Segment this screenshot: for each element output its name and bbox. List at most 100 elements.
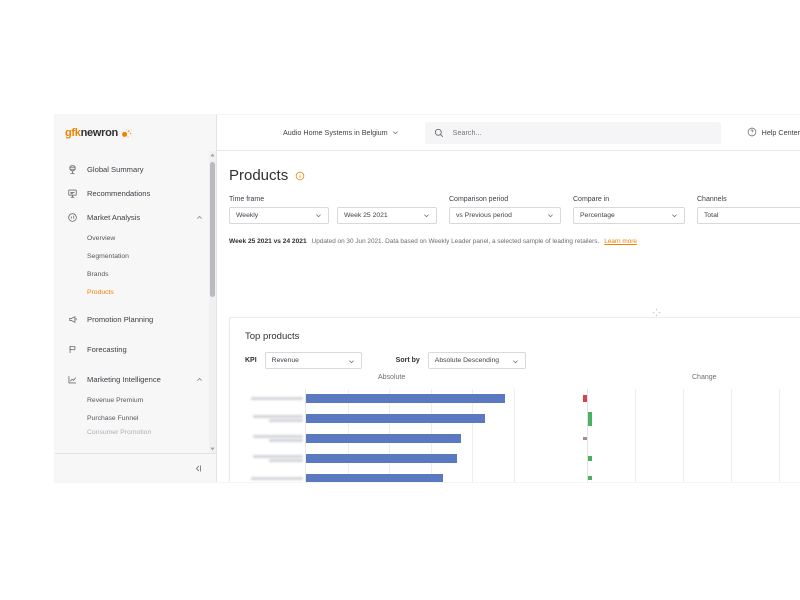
time-frame-select[interactable]: Weekly: [229, 207, 329, 224]
redacted-label-line: [253, 415, 303, 419]
redacted-label-line: [253, 454, 303, 458]
sidebar-item-forecasting[interactable]: Forecasting: [55, 337, 215, 361]
breadcrumb-label: Audio Home Systems in Belgium: [283, 128, 388, 137]
sidebar-sub-label: Purchase Funnel: [87, 414, 139, 422]
chevron-down-icon[interactable]: [671, 212, 678, 219]
card-title: Top products: [245, 331, 300, 342]
sidebar-footer: [55, 453, 216, 482]
sidebar-item-market-analysis[interactable]: Market Analysis: [55, 205, 215, 229]
sidebar-item-label: Recommendations: [87, 188, 151, 198]
sidebar-item-global-summary[interactable]: Global Summary: [55, 157, 215, 181]
chevron-up-icon[interactable]: [196, 376, 203, 383]
absolute-bar[interactable]: [306, 473, 444, 482]
time-frame-selects: Weekly Week 25 2021: [229, 207, 437, 224]
change-bars-plot: [583, 389, 785, 482]
absolute-bar[interactable]: [306, 414, 485, 424]
absolute-bar[interactable]: [306, 453, 457, 463]
sidebar-sub-label: Products: [87, 288, 114, 296]
change-bar[interactable]: [583, 395, 587, 403]
logo-gfk-text: gfk: [65, 127, 81, 139]
absolute-bar[interactable]: [306, 433, 461, 443]
sidebar-item-promotion-planning[interactable]: Promotion Planning: [55, 307, 215, 331]
product-label: [241, 468, 303, 482]
info-circle-icon[interactable]: [295, 171, 305, 181]
redacted-label-line: [251, 397, 303, 401]
scroll-down-arrow-icon[interactable]: [209, 445, 216, 453]
sidebar-item-marketing-intelligence[interactable]: Marketing Intelligence: [55, 367, 215, 391]
chevron-down-icon[interactable]: [315, 212, 322, 219]
chevron-down-icon[interactable]: [348, 352, 355, 370]
select-value: Percentage: [580, 212, 615, 219]
chevron-down-icon[interactable]: [392, 129, 399, 136]
redacted-label-line: [269, 419, 303, 423]
chevron-down-icon[interactable]: [423, 212, 430, 219]
filter-label: Time frame: [229, 196, 265, 203]
zero-axis-line: [587, 389, 588, 482]
channels-select[interactable]: Total: [697, 207, 800, 224]
gridline: [514, 389, 515, 482]
change-bar[interactable]: [588, 455, 592, 461]
compare-in-select[interactable]: Percentage: [573, 207, 685, 224]
sidebar-sub-label: Overview: [87, 234, 116, 242]
product-label: [241, 409, 303, 429]
search-icon: [434, 128, 444, 138]
trend-chart-icon: [65, 372, 80, 387]
change-column-header: Change: [692, 374, 717, 381]
chevron-up-icon[interactable]: [196, 214, 203, 221]
presentation-icon: [65, 186, 80, 201]
change-bar[interactable]: [588, 411, 592, 426]
logo-text: gfknewron: [65, 127, 118, 139]
chart-row[interactable]: [306, 429, 514, 449]
sidebar-item-brands[interactable]: Brands: [55, 265, 215, 283]
week-select[interactable]: Week 25 2021: [337, 207, 437, 224]
sidebar-sub-label: Segmentation: [87, 252, 129, 260]
sidebar-item-consumer-promotion[interactable]: Consumer Promotion: [55, 427, 215, 437]
product-label: [241, 429, 303, 449]
sort-by-select[interactable]: Absolute Descending: [427, 352, 526, 370]
change-bar[interactable]: [583, 436, 587, 441]
collapse-sidebar-icon[interactable]: [193, 463, 204, 474]
main-content: Products Time frame Weekly Week 25 2021 …: [217, 151, 800, 482]
chart-row[interactable]: [306, 448, 514, 468]
sidebar-item-segmentation[interactable]: Segmentation: [55, 247, 215, 265]
chevron-down-icon[interactable]: [512, 352, 519, 370]
app-logo[interactable]: gfknewron: [55, 115, 216, 151]
filter-label: Channels: [697, 196, 727, 203]
gridline: [635, 389, 636, 482]
chevron-down-icon[interactable]: [547, 212, 554, 219]
sidebar-sub-label: Consumer Promotion: [87, 428, 152, 436]
scroll-up-arrow-icon[interactable]: [209, 151, 216, 159]
filter-compare-in: Compare in Percentage: [573, 196, 685, 224]
absolute-bar[interactable]: [306, 394, 505, 404]
help-center-button[interactable]: Help Center: [747, 124, 800, 142]
comparison-period-select[interactable]: vs Previous period: [449, 207, 561, 224]
sidebar-item-products[interactable]: Products: [55, 283, 215, 301]
filter-label: Comparison period: [449, 196, 509, 203]
sidebar-item-purchase-funnel[interactable]: Purchase Funnel: [55, 409, 215, 427]
filter-label: Compare in: [573, 196, 610, 203]
search-input[interactable]: [450, 127, 695, 138]
filter-time-frame: Time frame Weekly Week 25 2021: [229, 196, 437, 224]
gridline: [683, 389, 684, 482]
learn-more-link[interactable]: Learn more: [604, 238, 637, 245]
search-box[interactable]: [424, 121, 721, 144]
megaphone-icon: [65, 312, 80, 327]
chart-row[interactable]: [306, 409, 514, 429]
chart-row[interactable]: [306, 389, 514, 409]
select-value: Absolute Descending: [434, 357, 500, 364]
redacted-label-line: [269, 458, 303, 462]
sort-by-label: Sort by: [395, 357, 420, 364]
kpi-select[interactable]: Revenue: [264, 352, 362, 370]
sidebar-scrollbar-thumb[interactable]: [210, 162, 215, 297]
page-title-row: Products: [229, 167, 800, 184]
sidebar-item-recommendations[interactable]: Recommendations: [55, 181, 215, 205]
sidebar-item-revenue-premium[interactable]: Revenue Premium: [55, 391, 215, 409]
change-bar[interactable]: [588, 475, 592, 481]
sidebar-item-overview[interactable]: Overview: [55, 229, 215, 247]
breadcrumb[interactable]: Audio Home Systems in Belgium: [283, 128, 399, 137]
top-products-chart: Absolute Change: [230, 374, 800, 482]
status-description: Updated on 30 Jun 2021. Data based on We…: [311, 238, 600, 245]
sidebar-sub-label: Brands: [87, 270, 109, 278]
absolute-bars-plot: [305, 389, 515, 482]
chart-row[interactable]: [306, 468, 514, 482]
